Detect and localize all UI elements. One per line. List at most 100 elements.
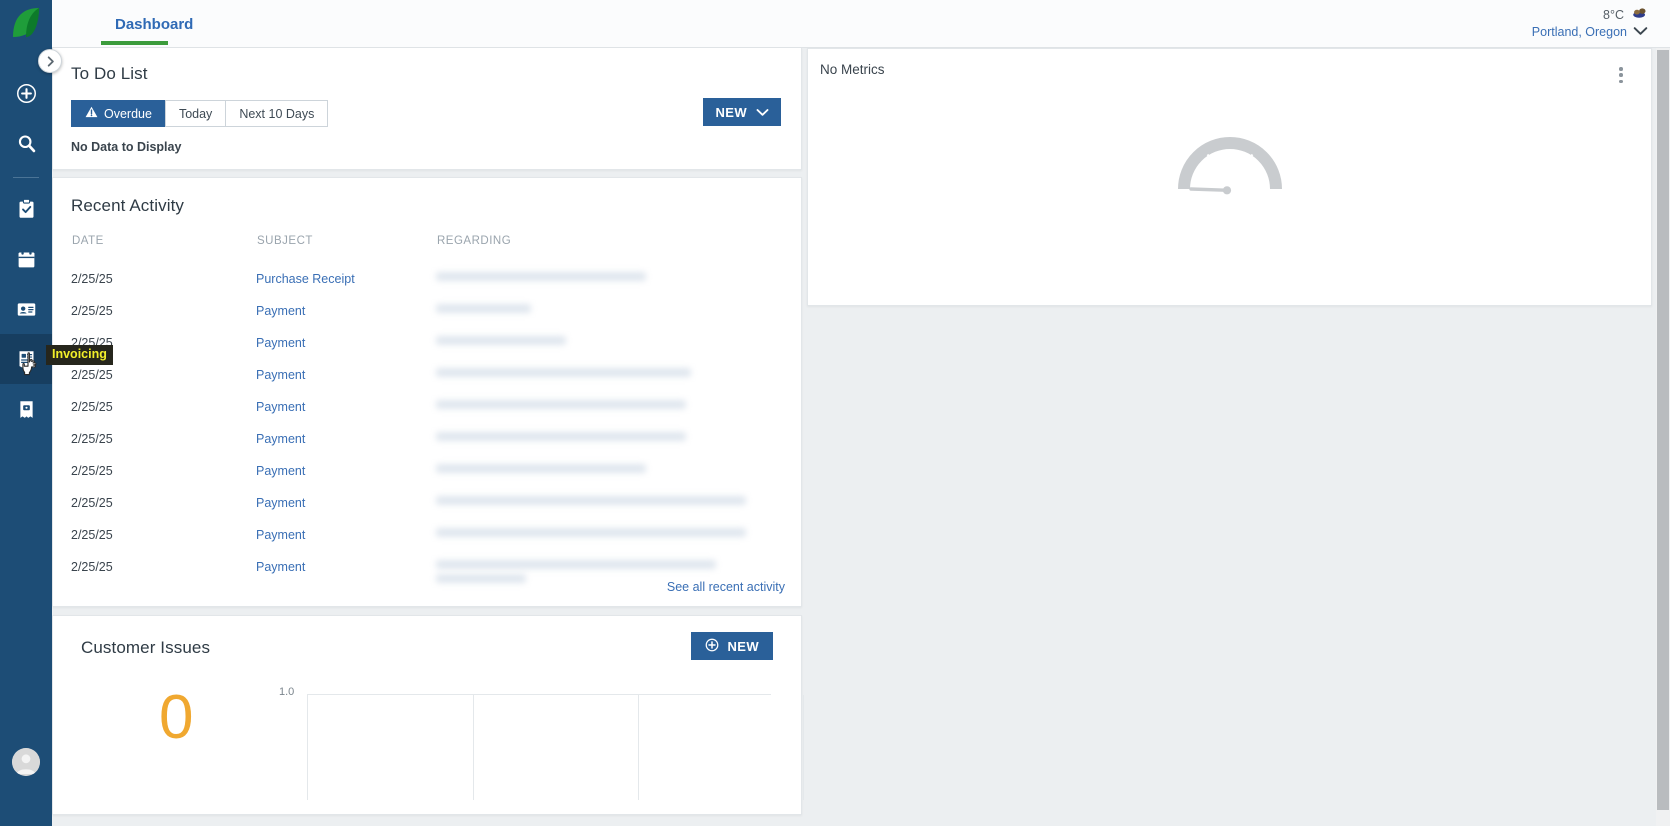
weather-temperature-row: 8°C xyxy=(1532,6,1648,24)
recent-activity-table: DATE SUBJECT REGARDING 2/25/25 Purchase R… xyxy=(71,234,781,592)
rail-icon-list: Invoicing xyxy=(0,68,113,434)
cell-date: 2/25/25 xyxy=(71,432,113,446)
redacted-text xyxy=(436,432,686,441)
table-row: 2/25/25 Payment xyxy=(71,327,781,359)
right-column: No Metrics xyxy=(807,48,1652,306)
customer-issues-card: Customer Issues NEW 0 1.0 xyxy=(52,615,804,815)
todo-filter-today[interactable]: Today xyxy=(164,100,226,127)
cell-regarding xyxy=(436,423,781,455)
table-row: 2/25/25 Payment xyxy=(71,519,781,551)
cell-date: 2/25/25 xyxy=(71,304,113,318)
redacted-text xyxy=(436,336,566,345)
recent-activity-title: Recent Activity xyxy=(71,196,184,215)
table-row: 2/25/25 Payment xyxy=(71,359,781,391)
invoice-icon xyxy=(19,350,33,368)
left-nav-rail: Invoicing xyxy=(0,0,113,826)
weather-location-selector[interactable]: Portland, Oregon xyxy=(1532,24,1648,41)
sidebar-item-invoicing[interactable]: Invoicing xyxy=(0,334,113,384)
cell-regarding xyxy=(436,359,781,391)
table-row: 2/25/25 Payment xyxy=(71,487,781,519)
recent-activity-body: 2/25/25 Purchase Receipt 2/25/25 Payment 2/2… xyxy=(71,263,781,592)
table-row: 2/25/25 Payment xyxy=(71,423,781,455)
see-all-recent-activity-link[interactable]: See all recent activity xyxy=(667,580,785,594)
cell-subject-link[interactable]: Payment xyxy=(256,551,436,592)
chart-y-axis-top-label: 1.0 xyxy=(279,686,295,698)
sidebar-item-search[interactable] xyxy=(0,118,52,168)
table-row: 2/25/25 Payment xyxy=(71,295,781,327)
redacted-text xyxy=(436,400,686,409)
cell-date: 2/25/25 xyxy=(71,272,113,286)
column-header-subject: SUBJECT xyxy=(257,235,313,247)
table-row: 2/25/25 Purchase Receipt xyxy=(71,263,781,295)
scrollbar-thumb[interactable] xyxy=(1657,50,1669,810)
cell-subject-link[interactable]: Payment xyxy=(256,359,436,391)
chevron-down-icon xyxy=(756,105,769,120)
metrics-card: No Metrics xyxy=(807,48,1652,306)
cell-date: 2/25/25 xyxy=(71,528,113,542)
contact-card-icon xyxy=(17,302,35,316)
dashboard-content: To Do List Overdue Today Next 10 Days No… xyxy=(52,48,1658,826)
kebab-menu-icon[interactable] xyxy=(1613,65,1629,85)
sidebar-item-calendar[interactable] xyxy=(0,234,52,284)
todo-filter-overdue[interactable]: Overdue xyxy=(71,100,165,127)
clipboard-check-icon xyxy=(19,198,33,218)
customer-issues-new-button[interactable]: NEW xyxy=(691,632,773,660)
table-header-row: DATE SUBJECT REGARDING xyxy=(71,234,781,263)
cell-regarding xyxy=(436,455,781,487)
cell-subject-link[interactable]: Purchase Receipt xyxy=(256,263,436,295)
cell-regarding xyxy=(436,487,781,519)
rail-collapse-toggle[interactable] xyxy=(38,49,62,73)
redacted-text xyxy=(436,464,646,473)
cell-subject-link[interactable]: Payment xyxy=(256,487,436,519)
metrics-title: No Metrics xyxy=(820,62,885,77)
cell-regarding xyxy=(436,327,781,359)
weather-widget: 8°C Portland, Oregon xyxy=(1532,6,1648,41)
cell-regarding xyxy=(436,295,781,327)
app-logo[interactable] xyxy=(10,6,42,40)
plus-circle-icon xyxy=(16,83,36,103)
sidebar-item-contacts[interactable] xyxy=(0,284,52,334)
avatar[interactable] xyxy=(12,748,40,776)
plus-circle-icon xyxy=(705,638,719,655)
todo-filter-next10days[interactable]: Next 10 Days xyxy=(225,100,329,127)
weather-temperature: 8°C xyxy=(1603,7,1624,22)
search-icon xyxy=(18,134,35,152)
customer-issues-count: 0 xyxy=(159,683,194,752)
chart-gridline xyxy=(638,695,639,800)
receipt-icon xyxy=(19,400,33,418)
cell-subject-link[interactable]: Payment xyxy=(256,423,436,455)
cell-regarding xyxy=(436,263,781,295)
customer-issues-body: 0 1.0 xyxy=(81,682,804,802)
cell-subject-link[interactable]: Payment xyxy=(256,295,436,327)
warning-triangle-icon xyxy=(85,106,98,121)
tab-active-indicator xyxy=(101,41,168,45)
cell-subject-link[interactable]: Payment xyxy=(256,519,436,551)
vertical-scrollbar[interactable] xyxy=(1656,48,1670,826)
table-row: 2/25/25 Payment xyxy=(71,391,781,423)
chart-gridline xyxy=(473,695,474,800)
cell-date: 2/25/25 xyxy=(71,464,113,478)
table-row: 2/25/25 Payment xyxy=(71,455,781,487)
todo-list-card: To Do List Overdue Today Next 10 Days No… xyxy=(52,48,802,170)
customer-issues-chart: 1.0 xyxy=(279,686,804,800)
sidebar-item-create[interactable] xyxy=(0,68,52,118)
user-avatar-icon xyxy=(12,748,40,776)
cell-subject-link[interactable]: Payment xyxy=(256,455,436,487)
invoicing-tooltip: Invoicing xyxy=(46,345,113,365)
weather-icon xyxy=(1632,6,1648,24)
recent-activity-head: DATE SUBJECT REGARDING xyxy=(71,234,781,263)
cell-subject-link[interactable]: Payment xyxy=(256,391,436,423)
weather-location-label: Portland, Oregon xyxy=(1531,25,1627,39)
sidebar-item-tasks[interactable] xyxy=(0,184,52,234)
column-header-regarding: REGARDING xyxy=(437,235,512,247)
cell-subject-link[interactable]: Payment xyxy=(256,327,436,359)
todo-new-button[interactable]: NEW xyxy=(703,98,781,126)
todo-new-button-label: NEW xyxy=(715,104,747,120)
todo-filter-group: Overdue Today Next 10 Days xyxy=(71,100,781,127)
sidebar-item-receipts[interactable] xyxy=(0,384,52,434)
todo-filter-today-label: Today xyxy=(178,106,213,121)
left-column: To Do List Overdue Today Next 10 Days No… xyxy=(52,48,804,815)
customer-issues-new-label: NEW xyxy=(727,638,759,654)
redacted-text xyxy=(436,496,746,505)
todo-empty-message: No Data to Display xyxy=(71,140,182,154)
